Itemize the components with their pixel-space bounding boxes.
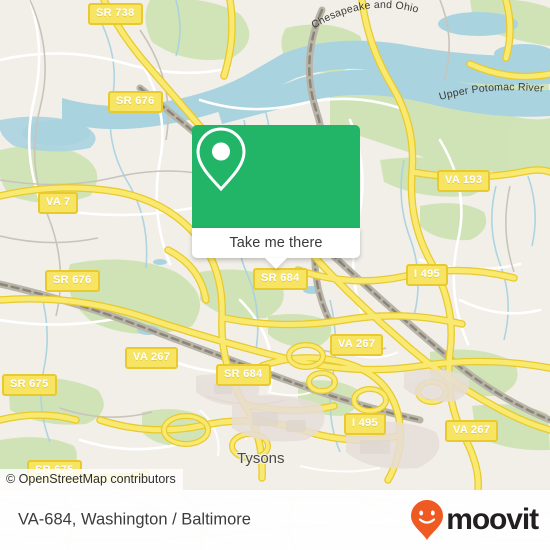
road-shield: SR 675	[2, 374, 57, 396]
road-shield: VA 267	[445, 420, 499, 442]
road-shield: SR 738	[88, 3, 143, 25]
moovit-wordmark: moovit	[446, 503, 539, 536]
osm-attribution[interactable]: © OpenStreetMap contributors	[0, 469, 183, 490]
road-shield: VA 7	[38, 192, 79, 214]
moovit-pin-smiley-icon	[411, 500, 444, 540]
road-shield: VA 267	[125, 347, 179, 369]
location-popup-card[interactable]: Take me there	[192, 125, 360, 269]
road-shield: VA 193	[437, 170, 491, 192]
moovit-map-screen: Chesapeake and Ohio Canal Upper Potomac …	[0, 0, 550, 550]
road-shield: VA 267	[330, 334, 384, 356]
popup-header	[192, 125, 360, 228]
road-shield: SR 684	[253, 268, 308, 290]
map-canvas[interactable]: Chesapeake and Ohio Canal Upper Potomac …	[0, 0, 550, 490]
take-me-there-label: Take me there	[229, 235, 323, 251]
road-shield: I 495	[406, 264, 448, 286]
footer-location-title: VA-684, Washington / Baltimore	[18, 510, 251, 529]
road-shield: SR 676	[108, 91, 163, 113]
footer-bar: VA-684, Washington / Baltimore moovit	[0, 490, 550, 550]
popup-pointer	[265, 258, 287, 269]
take-me-there-button[interactable]: Take me there	[192, 228, 360, 258]
road-shield: SR 676	[45, 270, 100, 292]
road-shield: I 495	[344, 413, 386, 435]
moovit-logo[interactable]: moovit	[410, 499, 539, 541]
place-label: Tysons	[237, 450, 285, 467]
road-shield: SR 684	[216, 364, 271, 386]
location-pin-icon	[196, 127, 246, 192]
